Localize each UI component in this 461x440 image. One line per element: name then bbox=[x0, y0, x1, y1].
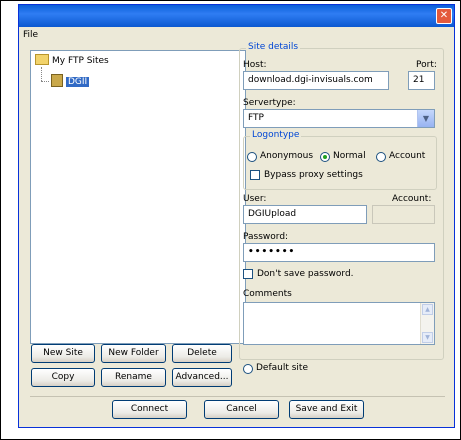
servertype-label: Servertype: bbox=[243, 98, 296, 108]
menu-file[interactable]: File bbox=[23, 30, 38, 40]
site-tree[interactable]: My FTP Sites DGII bbox=[30, 50, 246, 344]
bypass-proxy-checkbox[interactable] bbox=[250, 170, 260, 180]
account-field-label: Account: bbox=[392, 194, 432, 204]
default-site-label: Default site bbox=[256, 363, 309, 373]
user-label: User: bbox=[243, 194, 267, 204]
close-button[interactable]: ✕ bbox=[436, 8, 452, 24]
title-bar: ✕ bbox=[19, 5, 454, 27]
scroll-up-icon[interactable]: ▲ bbox=[422, 304, 433, 315]
logontype-group: Logontype bbox=[243, 130, 437, 190]
anonymous-label: Anonymous bbox=[260, 151, 314, 161]
host-field[interactable]: download.dgi-invisuals.com bbox=[243, 71, 389, 90]
user-field[interactable]: DGIUpload bbox=[243, 205, 367, 224]
password-field[interactable]: ••••••• bbox=[243, 243, 435, 262]
site-details-title: Site details bbox=[246, 42, 301, 52]
account-radio[interactable] bbox=[376, 152, 386, 162]
normal-label: Normal bbox=[333, 151, 366, 161]
menu-bar: File bbox=[19, 27, 454, 45]
port-field[interactable]: 21 bbox=[408, 71, 435, 90]
tree-item-root-label: My FTP Sites bbox=[52, 56, 109, 66]
new-folder-button[interactable]: New Folder bbox=[101, 344, 166, 363]
default-site-radio[interactable] bbox=[243, 364, 253, 374]
cancel-button[interactable]: Cancel bbox=[204, 400, 279, 419]
rename-button[interactable]: Rename bbox=[101, 368, 166, 387]
site-manager-window: ✕ File My FTP Sites DGII New Site New Fo… bbox=[18, 4, 455, 428]
delete-button[interactable]: Delete bbox=[172, 344, 232, 363]
account-field bbox=[372, 205, 435, 224]
normal-radio[interactable] bbox=[320, 152, 330, 162]
folder-icon bbox=[35, 54, 49, 65]
advanced-button[interactable]: Advanced... bbox=[172, 368, 232, 387]
tree-item-root[interactable]: My FTP Sites bbox=[35, 54, 109, 68]
logontype-title: Logontype bbox=[250, 130, 302, 140]
scroll-down-icon[interactable]: ▼ bbox=[422, 332, 433, 343]
close-icon: ✕ bbox=[439, 10, 449, 21]
tree-item-site-label: DGII bbox=[66, 77, 90, 87]
servertype-value: FTP bbox=[248, 113, 264, 123]
bypass-proxy-label: Bypass proxy settings bbox=[264, 170, 363, 180]
password-label: Password: bbox=[243, 232, 289, 242]
anonymous-radio[interactable] bbox=[247, 152, 257, 162]
comments-scrollbar[interactable]: ▲ ▼ bbox=[420, 303, 434, 344]
tree-connector bbox=[41, 81, 49, 82]
servertype-select[interactable]: FTP ▼ bbox=[243, 109, 435, 128]
dont-save-password-checkbox[interactable] bbox=[243, 269, 253, 279]
host-label: Host: bbox=[243, 60, 267, 70]
chevron-down-icon[interactable]: ▼ bbox=[417, 110, 434, 127]
comments-textarea[interactable]: ▲ ▼ bbox=[243, 302, 435, 345]
tree-item-site[interactable]: DGII bbox=[51, 74, 90, 89]
ftp-site-icon bbox=[51, 74, 63, 87]
new-site-button[interactable]: New Site bbox=[31, 344, 95, 363]
copy-button[interactable]: Copy bbox=[31, 368, 95, 387]
tree-connector bbox=[41, 67, 42, 81]
dont-save-password-label: Don't save password. bbox=[257, 269, 354, 279]
port-label: Port: bbox=[416, 60, 437, 70]
account-label: Account bbox=[389, 151, 426, 161]
save-and-exit-button[interactable]: Save and Exit bbox=[289, 400, 364, 419]
connect-button[interactable]: Connect bbox=[112, 400, 187, 419]
comments-label: Comments bbox=[243, 289, 292, 299]
